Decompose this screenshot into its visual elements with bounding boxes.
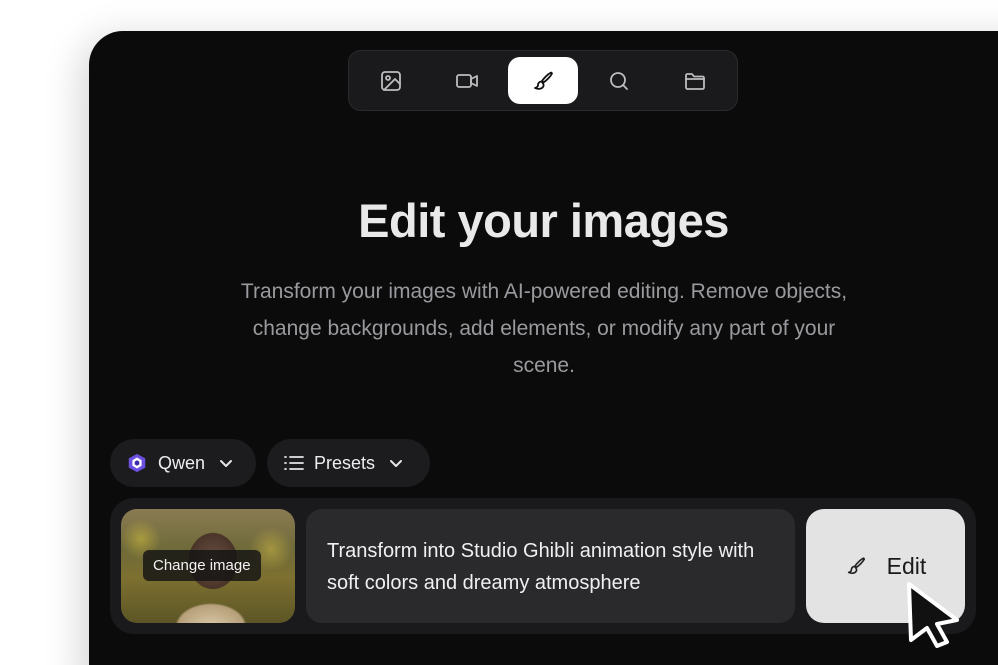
presets-selector[interactable]: Presets <box>267 439 430 487</box>
edit-mode-button[interactable] <box>508 57 578 104</box>
edit-button-label: Edit <box>886 552 927 579</box>
folder-mode-button[interactable] <box>660 57 730 104</box>
edit-composer: Change image Transform into Studio Ghibl… <box>110 498 976 634</box>
model-selector[interactable]: Qwen <box>110 439 256 487</box>
prompt-input[interactable]: Transform into Studio Ghibli animation s… <box>306 509 795 623</box>
source-image-thumbnail[interactable]: Change image <box>121 509 295 623</box>
qwen-logo-icon <box>128 453 146 473</box>
page-title: Edit your images <box>358 194 729 247</box>
mode-toolbar <box>348 50 738 111</box>
brush-icon <box>847 557 865 575</box>
app-window: Edit your images Transform your images w… <box>89 31 998 665</box>
chevron-down-icon <box>220 460 233 467</box>
model-selector-label: Qwen <box>158 452 206 473</box>
presets-selector-label: Presets <box>314 452 376 473</box>
image-icon <box>381 70 401 91</box>
chevron-down-icon <box>390 460 403 467</box>
folder-icon <box>685 72 705 90</box>
video-camera-icon <box>456 73 478 88</box>
video-mode-button[interactable] <box>432 57 502 104</box>
list-icon <box>284 456 304 470</box>
mouse-pointer-icon <box>907 582 959 648</box>
brush-icon <box>534 71 553 90</box>
image-mode-button[interactable] <box>356 57 426 104</box>
search-icon <box>610 71 628 90</box>
change-image-button[interactable]: Change image <box>143 550 261 581</box>
search-mode-button[interactable] <box>584 57 654 104</box>
page-subtitle: Transform your images with AI-powered ed… <box>240 280 848 377</box>
